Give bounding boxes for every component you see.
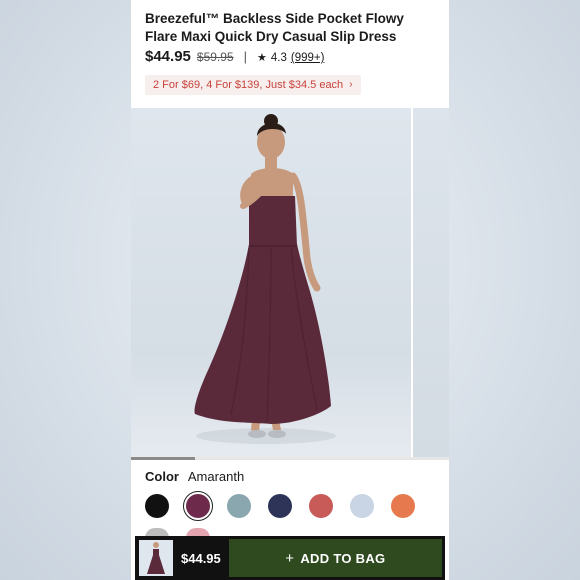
thumbnail-illustration [147,542,165,574]
plus-icon: + [285,549,295,567]
current-price: $44.95 [145,48,191,65]
color-selector-label: Color Amaranth [145,469,244,484]
color-swatch[interactable] [391,494,415,518]
gallery-progress [131,457,449,460]
original-price: $59.95 [196,50,234,64]
selected-color-name: Amaranth [187,469,245,484]
rating-value: 4.3 [270,52,287,64]
color-label: Color [145,469,179,484]
color-swatch[interactable] [350,494,374,518]
promo-banner[interactable]: 2 For $69, 4 For $139, Just $34.5 each › [145,75,361,95]
color-swatch[interactable] [183,491,213,521]
product-image[interactable] [131,108,411,458]
promo-text: 2 For $69, 4 For $139, Just $34.5 each [153,79,344,91]
product-thumbnail [139,540,173,576]
add-to-bag-button[interactable]: + ADD TO BAG [228,539,442,577]
color-swatch[interactable] [268,494,292,518]
product-page: Breezeful™ Backless Side Pocket Flowy Fl… [131,0,449,580]
price-row: $44.95 $59.95 | ★ 4.3 (999+) [145,48,324,68]
gallery-progress-fill [131,457,195,460]
bar-price: $44.95 [181,550,221,566]
color-swatch[interactable] [309,494,333,518]
sticky-add-to-bag-bar: $44.95 + ADD TO BAG [135,536,445,580]
next-product-image[interactable] [413,108,449,458]
color-swatches [145,491,445,521]
reviews-link[interactable]: (999+) [291,52,325,64]
model-illustration [194,114,336,444]
product-title: Breezeful™ Backless Side Pocket Flowy Fl… [145,11,404,44]
chevron-right-icon: › [349,79,353,90]
color-swatch[interactable] [145,494,169,518]
star-icon: ★ [256,52,267,64]
price-separator: | [243,49,247,64]
color-swatch[interactable] [227,494,251,518]
add-to-bag-label: ADD TO BAG [300,550,386,566]
